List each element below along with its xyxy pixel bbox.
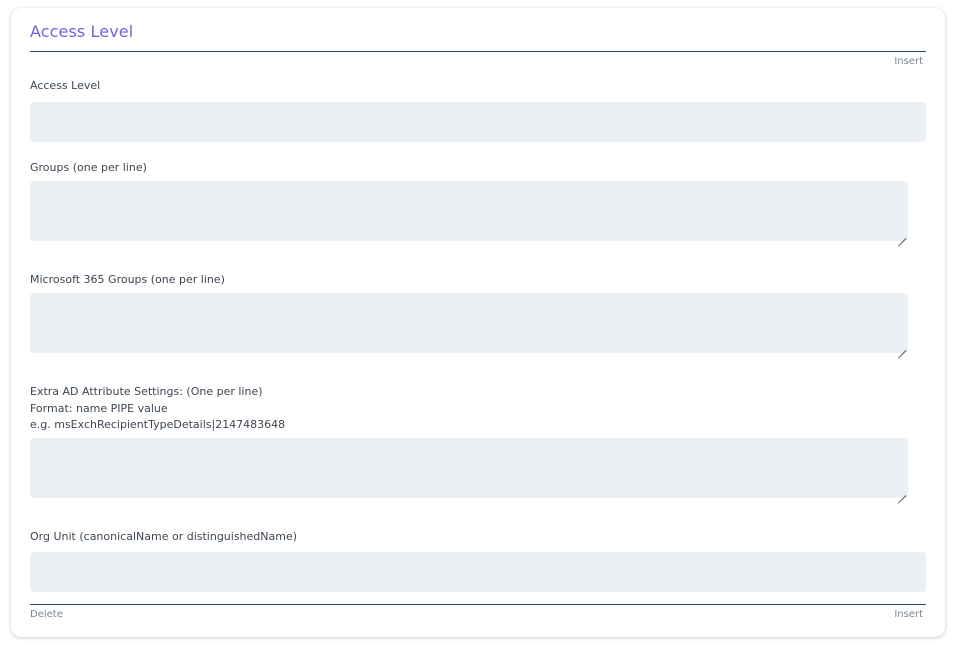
resize-handle-icon[interactable] — [897, 230, 906, 239]
groups-textarea[interactable] — [30, 181, 908, 241]
org-unit-input[interactable] — [30, 552, 926, 592]
extra-ad-label: Extra AD Attribute Settings: (One per li… — [30, 384, 285, 434]
insert-link-top[interactable]: Insert — [894, 56, 923, 67]
extra-ad-label-line3: e.g. msExchRecipientTypeDetails|21474836… — [30, 418, 286, 431]
groups-label: Groups (one per line) — [30, 161, 147, 174]
org-unit-label: Org Unit (canonicalName or distinguished… — [30, 530, 298, 543]
access-level-input[interactable] — [30, 102, 926, 142]
m365-groups-textarea[interactable] — [30, 293, 908, 353]
insert-link-bottom[interactable]: Insert — [894, 609, 923, 620]
section-divider — [30, 51, 926, 52]
section-title: Access Level — [30, 22, 134, 41]
m365-groups-label: Microsoft 365 Groups (one per line) — [30, 273, 225, 286]
resize-handle-icon[interactable] — [897, 342, 906, 351]
delete-link[interactable]: Delete — [30, 609, 63, 620]
extra-ad-label-line2: Format: name PIPE value — [30, 401, 168, 415]
section-divider-bottom — [30, 604, 926, 605]
access-level-card: Access Level Insert Access Level Groups … — [11, 8, 945, 637]
access-level-label: Access Level — [30, 79, 101, 92]
extra-ad-label-line1: Extra AD Attribute Settings: (One per li… — [30, 385, 263, 398]
extra-ad-textarea[interactable] — [30, 438, 908, 498]
resize-handle-icon[interactable] — [897, 487, 906, 496]
